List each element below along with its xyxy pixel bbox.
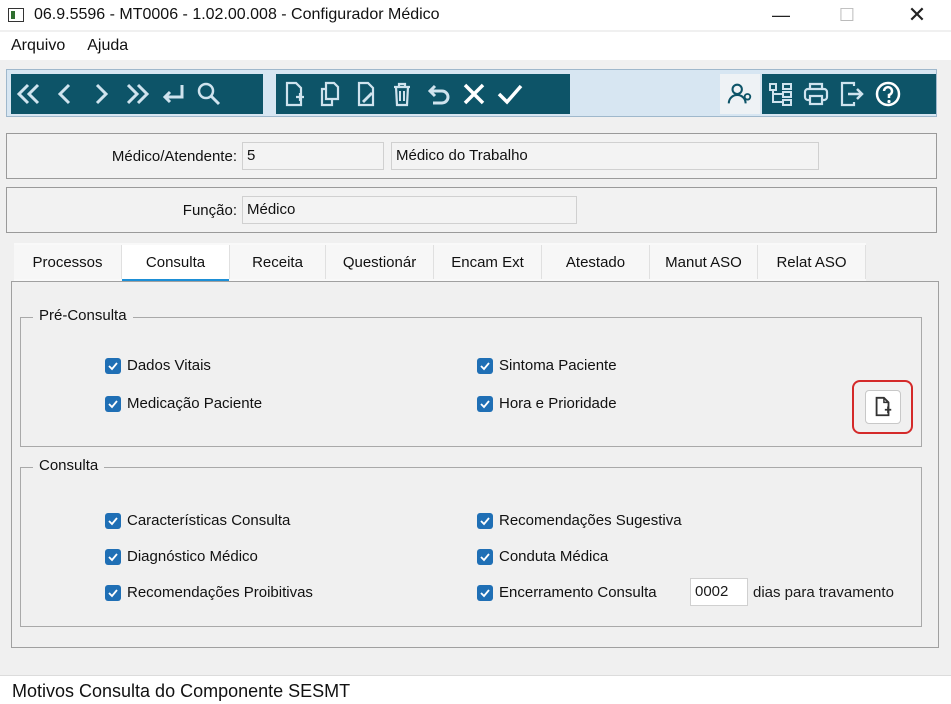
funcao-label: Função: [182, 202, 237, 219]
checkbox-checked-icon [477, 512, 493, 529]
new-icon[interactable] [276, 74, 312, 114]
funcao-frame: Função: Médico [6, 187, 937, 233]
checkbox-label: Sintoma Paciente [499, 357, 617, 374]
delete-icon[interactable] [384, 74, 420, 114]
checkbox-label: Recomendações Proibitivas [127, 584, 313, 601]
checkbox-encerramento-consulta[interactable]: Encerramento Consulta [477, 584, 657, 601]
previous-icon[interactable] [47, 74, 83, 114]
medico-description-field: Médico do Trabalho [391, 142, 819, 170]
cancel-icon[interactable] [456, 74, 492, 114]
checkbox-checked-icon [105, 395, 121, 412]
user-settings-icon [727, 83, 752, 104]
edit-toolbar [276, 74, 570, 114]
tab-questionario[interactable]: Questionár [326, 245, 434, 279]
title-bar: 06.9.5596 - MT0006 - 1.02.00.008 - Confi… [0, 0, 951, 30]
checkbox-hora-prioridade[interactable]: Hora e Prioridade [477, 395, 617, 412]
checkbox-recomendacoes-sugestiva[interactable]: Recomendações Sugestiva [477, 512, 682, 529]
days-label: dias para travamento [753, 584, 894, 601]
checkbox-label: Características Consulta [127, 512, 291, 529]
menu-bar: Arquivo Ajuda [0, 32, 951, 60]
menu-arquivo[interactable]: Arquivo [0, 37, 76, 55]
new-document-icon [875, 396, 892, 417]
funcao-field: Médico [242, 196, 577, 224]
checkbox-checked-icon [477, 548, 493, 565]
status-bar: Motivos Consulta do Componente SESMT [0, 675, 951, 704]
checkbox-label: Encerramento Consulta [499, 584, 657, 601]
exit-icon[interactable] [834, 74, 870, 114]
search-icon[interactable] [191, 74, 227, 114]
checkbox-diagnostico-medico[interactable]: Diagnóstico Médico [105, 548, 258, 565]
new-document-button[interactable] [865, 390, 901, 424]
tab-manut-aso[interactable]: Manut ASO [650, 245, 758, 279]
confirm-icon[interactable] [492, 74, 528, 114]
user-settings-button[interactable] [720, 74, 760, 114]
print-icon[interactable] [798, 74, 834, 114]
navigation-toolbar [11, 74, 263, 114]
app-icon [8, 8, 24, 22]
checkbox-label: Medicação Paciente [127, 395, 263, 412]
days-input[interactable]: 0002 [690, 578, 748, 606]
pre-consulta-title: Pré-Consulta [33, 307, 133, 324]
tab-processos[interactable]: Processos [14, 245, 122, 279]
undo-icon[interactable] [420, 74, 456, 114]
tab-relat-aso[interactable]: Relat ASO [758, 245, 866, 279]
checkbox-checked-icon [105, 584, 121, 601]
checkbox-label: Diagnóstico Médico [127, 548, 258, 565]
tab-consulta[interactable]: Consulta [122, 245, 230, 282]
tab-encam-ext[interactable]: Encam Ext [434, 245, 542, 279]
medico-label: Médico/Atendente: [111, 148, 237, 165]
tab-atestado[interactable]: Atestado [542, 245, 650, 279]
checkbox-checked-icon [477, 357, 493, 374]
help-icon[interactable] [870, 74, 906, 114]
tab-strip: Processos Consulta Receita Questionár En… [14, 243, 866, 282]
medico-code-field[interactable]: 5 [242, 142, 384, 170]
consulta-group: Consulta [20, 457, 922, 627]
checkbox-label: Hora e Prioridade [499, 395, 617, 412]
first-icon[interactable] [11, 74, 47, 114]
maximize-button[interactable]: ☐ [824, 0, 870, 30]
checkbox-conduta-medica[interactable]: Conduta Médica [477, 548, 608, 565]
edit-icon[interactable] [348, 74, 384, 114]
checkbox-dados-vitais[interactable]: Dados Vitais [105, 357, 211, 374]
checkbox-sintoma-paciente[interactable]: Sintoma Paciente [477, 357, 617, 374]
copy-icon[interactable] [312, 74, 348, 114]
checkbox-label: Dados Vitais [127, 357, 211, 374]
checkbox-checked-icon [105, 548, 121, 565]
next-icon[interactable] [83, 74, 119, 114]
tree-icon[interactable] [762, 74, 798, 114]
utility-toolbar [762, 74, 936, 114]
minimize-button[interactable]: — [758, 0, 804, 30]
checkbox-caracteristicas-consulta[interactable]: Características Consulta [105, 512, 290, 529]
checkbox-checked-icon [477, 584, 493, 601]
medico-frame: Médico/Atendente: 5 Médico do Trabalho [6, 133, 937, 179]
checkbox-checked-icon [105, 512, 121, 529]
pre-consulta-group: Pré-Consulta [20, 307, 922, 447]
toolbar [6, 69, 937, 117]
last-icon[interactable] [119, 74, 155, 114]
window-title: 06.9.5596 - MT0006 - 1.02.00.008 - Confi… [34, 6, 440, 23]
consulta-group-title: Consulta [33, 457, 105, 474]
checkbox-checked-icon [105, 357, 121, 374]
checkbox-medicacao-paciente[interactable]: Medicação Paciente [105, 395, 262, 412]
tab-receita[interactable]: Receita [230, 245, 326, 279]
menu-ajuda[interactable]: Ajuda [76, 37, 139, 55]
checkbox-label: Conduta Médica [499, 548, 609, 565]
checkbox-label: Recomendações Sugestiva [499, 512, 682, 529]
close-button[interactable]: ✕ [894, 0, 940, 30]
return-icon[interactable] [155, 74, 191, 114]
highlight-frame [852, 380, 913, 434]
checkbox-checked-icon [477, 395, 493, 412]
checkbox-recomendacoes-proibitivas[interactable]: Recomendações Proibitivas [105, 584, 313, 601]
